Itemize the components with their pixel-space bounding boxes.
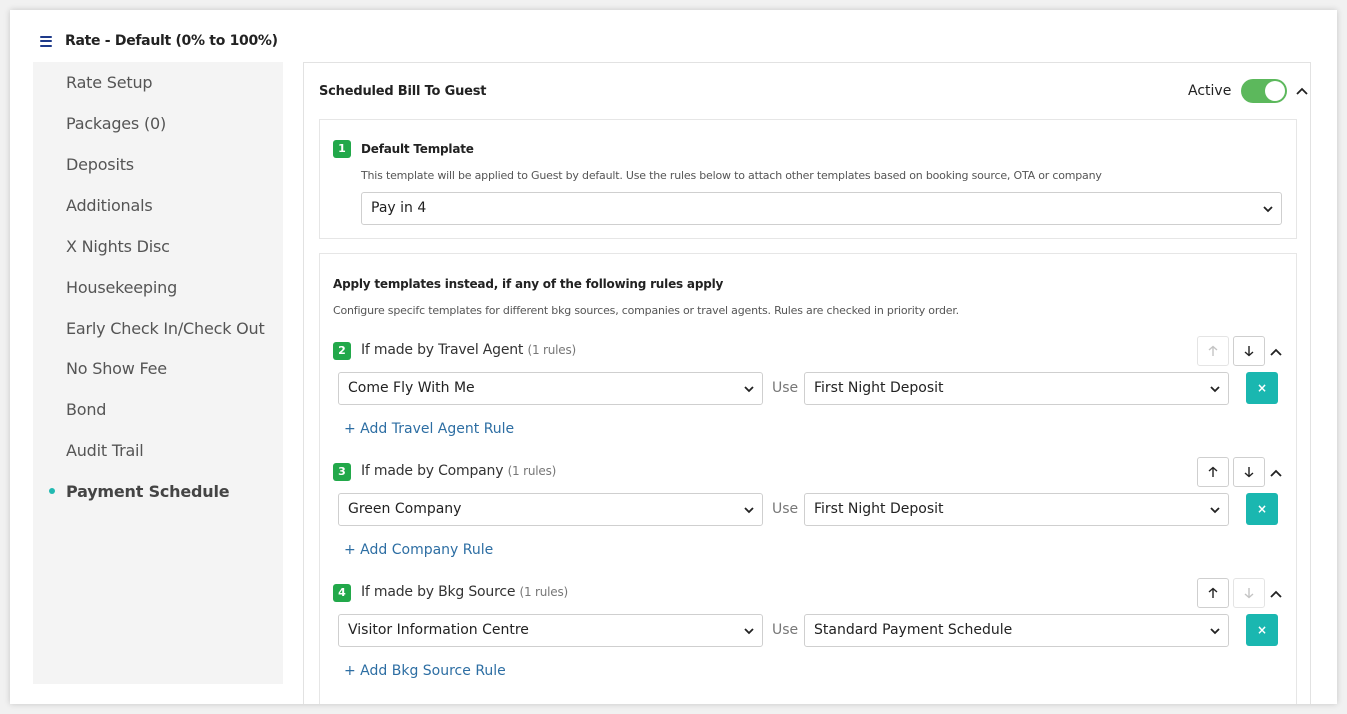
sidebar-item-early-check-in[interactable]: Early Check In/Check Out [66, 319, 265, 338]
add-bkg-source-rule-link[interactable]: + Add Bkg Source Rule [344, 663, 506, 679]
template-value: Standard Payment Schedule [814, 622, 1013, 638]
add-company-rule-link[interactable]: + Add Company Rule [344, 542, 493, 558]
default-template-card: 1 Default Template This template will be… [319, 119, 1297, 239]
active-label: Active [1188, 83, 1232, 99]
arrow-down-icon [1244, 588, 1254, 599]
move-up-button[interactable] [1197, 578, 1229, 608]
collapse-chevron-up-icon[interactable] [1270, 467, 1282, 479]
company-template-select[interactable]: First Night Deposit [804, 493, 1229, 526]
remove-rule-button[interactable]: × [1246, 614, 1278, 646]
chevron-down-icon [744, 628, 754, 635]
sidebar-item-no-show-fee[interactable]: No Show Fee [66, 359, 167, 378]
active-indicator-dot [49, 488, 55, 494]
move-down-button[interactable] [1233, 457, 1265, 487]
travel-agent-value: Come Fly With Me [348, 380, 475, 396]
sidebar-item-additionals[interactable]: Additionals [66, 196, 153, 215]
app-window: Rate - Default (0% to 100%) Rate Setup P… [10, 10, 1337, 704]
rules-title: Apply templates instead, if any of the f… [333, 277, 724, 291]
travel-agent-template-select[interactable]: First Night Deposit [804, 372, 1229, 405]
bkg-source-value: Visitor Information Centre [348, 622, 529, 638]
rule-label: If made by Travel Agent [361, 342, 524, 358]
sidebar-item-housekeeping[interactable]: Housekeeping [66, 278, 177, 297]
move-up-button[interactable] [1197, 457, 1229, 487]
collapse-chevron-up-icon[interactable] [1270, 588, 1282, 600]
page-title: Rate - Default (0% to 100%) [65, 33, 278, 49]
step-badge: 2 [333, 342, 351, 360]
default-template-value: Pay in 4 [371, 200, 427, 216]
chevron-down-icon [1210, 507, 1220, 514]
arrow-down-icon [1244, 467, 1254, 478]
main-panel: Scheduled Bill To Guest Active 1 Default… [303, 62, 1311, 704]
company-select[interactable]: Green Company [338, 493, 763, 526]
template-value: First Night Deposit [814, 380, 944, 396]
sidebar-item-rate-setup[interactable]: Rate Setup [66, 73, 153, 92]
rule-count: (1 rules) [527, 343, 577, 357]
arrow-up-icon [1208, 587, 1218, 598]
section-title: Scheduled Bill To Guest [319, 84, 487, 99]
arrow-up-icon [1208, 466, 1218, 477]
sidebar-item-audit-trail[interactable]: Audit Trail [66, 441, 144, 460]
template-value: First Night Deposit [814, 501, 944, 517]
company-value: Green Company [348, 501, 462, 517]
rules-card: Apply templates instead, if any of the f… [319, 253, 1297, 704]
arrow-down-icon [1244, 346, 1254, 357]
toggle-knob [1265, 81, 1286, 101]
default-template-help: This template will be applied to Guest b… [361, 169, 1102, 182]
active-toggle[interactable] [1241, 79, 1288, 103]
bkg-source-template-select[interactable]: Standard Payment Schedule [804, 614, 1229, 647]
title-bar: Rate - Default (0% to 100%) [40, 32, 278, 50]
move-down-button[interactable] [1233, 336, 1265, 366]
add-travel-agent-rule-link[interactable]: + Add Travel Agent Rule [344, 421, 514, 437]
bkg-source-select[interactable]: Visitor Information Centre [338, 614, 763, 647]
chevron-down-icon [744, 507, 754, 514]
travel-agent-select[interactable]: Come Fly With Me [338, 372, 763, 405]
collapse-chevron-up-icon[interactable] [1270, 346, 1282, 358]
default-template-label: Default Template [361, 142, 474, 156]
default-template-select[interactable]: Pay in 4 [361, 192, 1282, 225]
step-badge: 1 [333, 140, 351, 158]
arrow-up-icon [1208, 345, 1218, 356]
sidebar-item-bond[interactable]: Bond [66, 400, 106, 419]
rule-label: If made by Company [361, 463, 504, 479]
sidebar-item-x-nights-disc[interactable]: X Nights Disc [66, 237, 170, 256]
chevron-down-icon [744, 386, 754, 393]
rule-heading: If made by Bkg Source (1 rules) [361, 584, 568, 600]
hamburger-menu-icon[interactable] [40, 35, 52, 47]
sidebar: Rate Setup Packages (0) Deposits Additio… [33, 62, 283, 684]
rule-heading: If made by Company (1 rules) [361, 463, 556, 479]
use-label: Use [772, 622, 799, 638]
move-down-button[interactable] [1233, 578, 1265, 608]
chevron-down-icon [1210, 386, 1220, 393]
rules-help: Configure specifc templates for differen… [333, 304, 959, 317]
use-label: Use [772, 380, 799, 396]
chevron-down-icon [1210, 628, 1220, 635]
move-up-button[interactable] [1197, 336, 1229, 366]
step-badge: 4 [333, 584, 351, 602]
rule-count: (1 rules) [519, 585, 569, 599]
remove-rule-button[interactable]: × [1246, 372, 1278, 404]
sidebar-item-payment-schedule[interactable]: Payment Schedule [66, 482, 230, 501]
sidebar-item-deposits[interactable]: Deposits [66, 155, 134, 174]
step-badge: 3 [333, 463, 351, 481]
use-label: Use [772, 501, 799, 517]
active-toggle-group: Active [1188, 79, 1288, 103]
remove-rule-button[interactable]: × [1246, 493, 1278, 525]
chevron-down-icon [1263, 206, 1273, 213]
rule-count: (1 rules) [507, 464, 557, 478]
rule-label: If made by Bkg Source [361, 584, 516, 600]
rule-heading: If made by Travel Agent (1 rules) [361, 342, 576, 358]
collapse-chevron-up-icon[interactable] [1296, 85, 1308, 97]
sidebar-item-packages[interactable]: Packages (0) [66, 114, 166, 133]
